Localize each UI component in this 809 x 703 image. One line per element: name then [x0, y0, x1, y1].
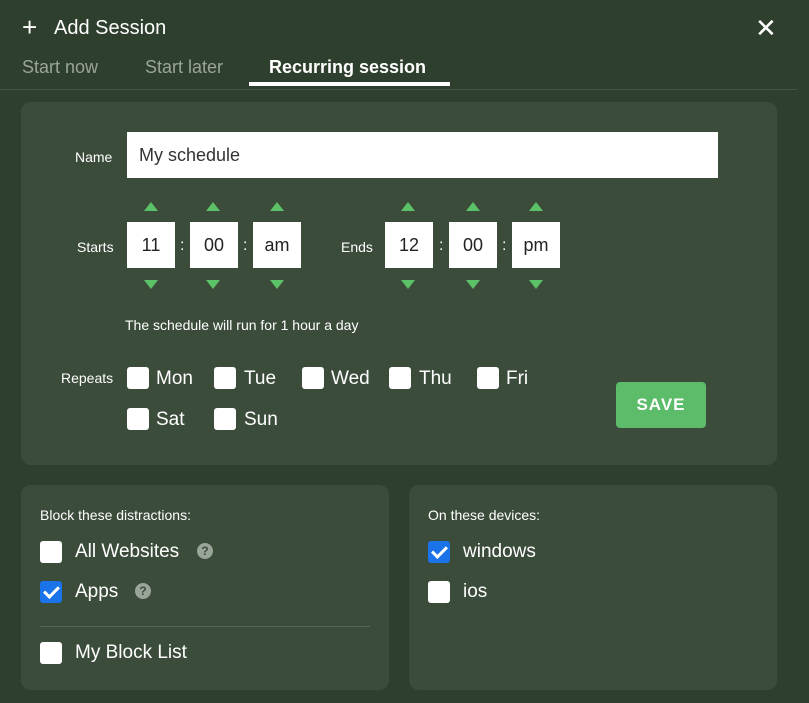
devices-heading: On these devices:: [428, 507, 541, 523]
day-label-fri: Fri: [506, 368, 529, 389]
ends-label: Ends: [341, 239, 373, 255]
end-ampm-down-arrow-icon[interactable]: [529, 280, 543, 289]
time-separator: :: [243, 237, 248, 254]
end-minute-field[interactable]: 00: [449, 222, 497, 268]
help-icon[interactable]: ?: [135, 583, 151, 599]
my-block-list-label: My Block List: [75, 642, 187, 663]
tab-start-later[interactable]: Start later: [145, 56, 223, 78]
day-label-wed: Wed: [331, 368, 370, 389]
close-icon[interactable]: ✕: [755, 14, 777, 42]
start-minute-field[interactable]: 00: [190, 222, 238, 268]
day-label-sat: Sat: [156, 409, 185, 430]
checkbox-fri[interactable]: [477, 367, 499, 389]
start-ampm-down-arrow-icon[interactable]: [270, 280, 284, 289]
schedule-name-input[interactable]: [127, 132, 718, 178]
windows-label: windows: [463, 541, 536, 562]
distractions-heading: Block these distractions:: [40, 507, 191, 523]
end-ampm-field[interactable]: pm: [512, 222, 560, 268]
start-ampm-field[interactable]: am: [253, 222, 301, 268]
checkbox-sat[interactable]: [127, 408, 149, 430]
all-websites-label: All Websites: [75, 541, 180, 562]
checkbox-tue[interactable]: [214, 367, 236, 389]
start-hour-down-arrow-icon[interactable]: [144, 280, 158, 289]
repeats-label: Repeats: [61, 370, 114, 386]
plus-icon: +: [22, 12, 38, 42]
checkbox-my-block-list[interactable]: [40, 642, 62, 664]
checkbox-all-websites[interactable]: [40, 541, 62, 563]
tab-bar: Start now Start later Recurring session: [0, 52, 809, 92]
tabs-divider: [0, 89, 797, 90]
name-label: Name: [75, 149, 113, 165]
end-hour-field[interactable]: 12: [385, 222, 433, 268]
time-separator: :: [180, 237, 185, 254]
end-minute-up-arrow-icon[interactable]: [466, 202, 480, 211]
save-button[interactable]: SAVE: [616, 382, 706, 428]
checkbox-windows[interactable]: [428, 541, 450, 563]
time-separator: :: [439, 237, 444, 254]
start-ampm-up-arrow-icon[interactable]: [270, 202, 284, 211]
start-hour-field[interactable]: 11: [127, 222, 175, 268]
dialog-title: Add Session: [54, 17, 167, 39]
end-ampm-up-arrow-icon[interactable]: [529, 202, 543, 211]
checkbox-wed[interactable]: [302, 367, 324, 389]
schedule-summary: The schedule will run for 1 hour a day: [125, 317, 359, 333]
end-minute-down-arrow-icon[interactable]: [466, 280, 480, 289]
end-hour-down-arrow-icon[interactable]: [401, 280, 415, 289]
end-hour-up-arrow-icon[interactable]: [401, 202, 415, 211]
tab-start-now[interactable]: Start now: [22, 56, 98, 78]
start-minute-up-arrow-icon[interactable]: [206, 202, 220, 211]
help-icon[interactable]: ?: [197, 543, 213, 559]
checkbox-ios[interactable]: [428, 581, 450, 603]
checkbox-thu[interactable]: [389, 367, 411, 389]
checkbox-apps[interactable]: [40, 581, 62, 603]
start-hour-up-arrow-icon[interactable]: [144, 202, 158, 211]
divider: [40, 626, 370, 627]
checkbox-mon[interactable]: [127, 367, 149, 389]
starts-label: Starts: [77, 239, 114, 255]
day-label-thu: Thu: [419, 368, 452, 389]
day-label-mon: Mon: [156, 368, 193, 389]
tab-recurring-session[interactable]: Recurring session: [269, 56, 426, 78]
ios-label: ios: [463, 581, 488, 602]
apps-label: Apps: [75, 581, 119, 602]
start-minute-down-arrow-icon[interactable]: [206, 280, 220, 289]
active-tab-indicator: [249, 82, 450, 86]
time-separator: :: [502, 237, 507, 254]
day-label-tue: Tue: [244, 368, 277, 389]
day-label-sun: Sun: [244, 409, 278, 430]
checkbox-sun[interactable]: [214, 408, 236, 430]
dialog-header: + Add Session ✕: [0, 0, 809, 56]
